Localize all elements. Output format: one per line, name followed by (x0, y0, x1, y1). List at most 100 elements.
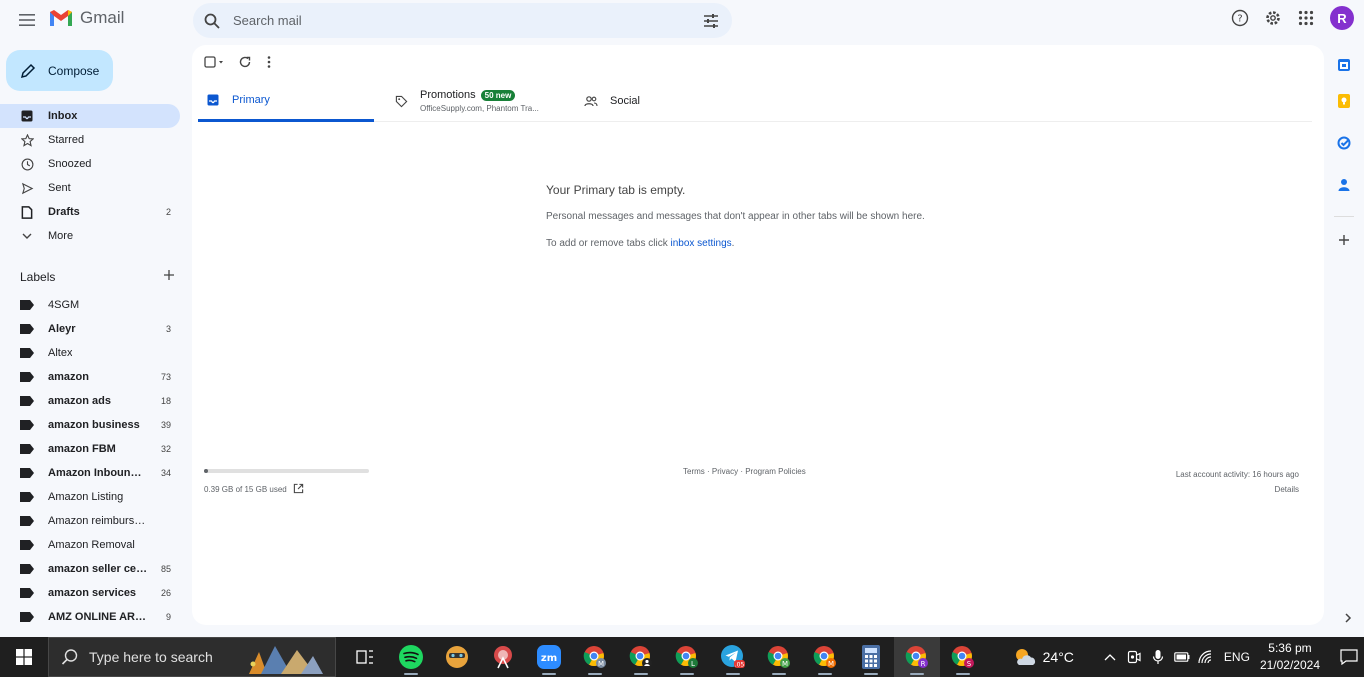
label-item[interactable]: amazon 73 (0, 365, 180, 389)
tasks-button[interactable] (1324, 122, 1364, 164)
plus-icon (1339, 235, 1349, 245)
notifications-button[interactable] (1334, 649, 1364, 665)
label-name: amazon ads (48, 395, 111, 407)
show-hidden-icons-button[interactable] (1098, 637, 1122, 677)
microphone-button[interactable] (1146, 637, 1170, 677)
tab-promotions[interactable]: Promotions 50 new OfficeSupply.com, Phan… (394, 80, 570, 122)
taskbar-snipping-tool[interactable] (480, 637, 526, 677)
label-name: 4SGM (48, 299, 80, 311)
nav-item-drafts[interactable]: Drafts 2 (0, 200, 180, 224)
empty-state: Your Primary tab is empty. Personal mess… (546, 183, 925, 249)
nav-item-snoozed[interactable]: Snoozed (0, 152, 180, 176)
taskbar-search[interactable]: Type here to search (48, 637, 336, 677)
label-count: 26 (160, 588, 171, 598)
details-link[interactable]: Details (1176, 482, 1299, 497)
gmail-m-icon (50, 10, 72, 26)
search-icon[interactable] (203, 12, 221, 30)
label-item[interactable]: 4SGM (0, 293, 180, 317)
windows-logo-icon (16, 649, 32, 665)
label-item[interactable]: Amazon Removal (0, 533, 180, 557)
nav-item-inbox[interactable]: Inbox (0, 104, 180, 128)
gmail-logo[interactable]: Gmail (48, 8, 124, 28)
more-options-button[interactable] (266, 55, 272, 69)
label-item[interactable]: amazon services 26 (0, 581, 180, 605)
create-label-button[interactable] (163, 269, 175, 284)
label-item[interactable]: amazon ads 18 (0, 389, 180, 413)
svg-text:L: L (691, 660, 695, 668)
tab-social[interactable]: Social (584, 80, 760, 122)
search-options-icon[interactable] (702, 12, 720, 30)
label-item[interactable]: Amazon Inbound ... 34 (0, 461, 180, 485)
taskbar-game-app[interactable] (434, 637, 480, 677)
get-addons-button[interactable] (1324, 225, 1364, 255)
nav-item-starred[interactable]: Starred (0, 128, 180, 152)
account-avatar[interactable]: R (1330, 6, 1354, 30)
side-panel-divider (1334, 216, 1354, 217)
tab-primary[interactable]: Primary (198, 80, 374, 122)
system-tray: 24°C ENG 5:36 pm 21/02/2024 (1013, 637, 1364, 677)
taskbar-chrome-profile-l[interactable]: L (664, 637, 710, 677)
calculator-icon (862, 645, 880, 669)
taskbar-spotify[interactable] (388, 637, 434, 677)
manage-storage-button[interactable] (293, 483, 304, 496)
app-name: Gmail (80, 8, 125, 27)
label-name: amazon FBM (48, 443, 116, 455)
taskbar-chrome-profile-user[interactable] (618, 637, 664, 677)
chevron-up-icon (1104, 654, 1116, 661)
taskbar-chrome-profile-s[interactable]: S (940, 637, 986, 677)
label-item[interactable]: AMZ ONLINE ARBI... 9 (0, 605, 180, 629)
apps-button[interactable] (1297, 9, 1315, 27)
compose-button[interactable]: Compose (6, 50, 113, 91)
label-name: amazon business (48, 419, 140, 431)
select-checkbox[interactable] (204, 55, 224, 69)
taskbar-calculator[interactable] (848, 637, 894, 677)
battery-indicator[interactable] (1170, 637, 1194, 677)
label-item[interactable]: Altex (0, 341, 180, 365)
inbox-settings-link[interactable]: inbox settings (671, 238, 732, 249)
main-menu-button[interactable] (14, 10, 40, 30)
search-input[interactable] (233, 13, 702, 28)
language-indicator[interactable]: ENG (1224, 650, 1250, 664)
storage-info: 0.39 GB of 15 GB used (204, 469, 369, 496)
meet-now-button[interactable] (1122, 637, 1146, 677)
keep-button[interactable] (1324, 80, 1364, 122)
nav-item-more[interactable]: More (0, 224, 180, 248)
inbox-icon (20, 109, 34, 123)
clock-date: 21/02/2024 (1259, 658, 1320, 672)
taskbar-chrome-profile-r[interactable]: R (894, 637, 940, 677)
settings-button[interactable] (1264, 9, 1282, 27)
contacts-icon (1338, 179, 1350, 191)
label-item[interactable]: Aleyr 3 (0, 317, 180, 341)
footer-links[interactable]: Terms · Privacy · Program Policies (683, 467, 806, 476)
svg-text:?: ? (1237, 14, 1242, 25)
taskbar-zoom[interactable]: zm (526, 637, 572, 677)
label-item[interactable]: amazon business 39 (0, 413, 180, 437)
support-button[interactable]: ? (1231, 9, 1249, 27)
refresh-button[interactable] (238, 55, 252, 69)
label-item[interactable]: amazon FBM 32 (0, 437, 180, 461)
label-item[interactable]: Amazon Listing (0, 485, 180, 509)
calendar-button[interactable] (1324, 50, 1364, 80)
search-bar[interactable] (193, 3, 732, 38)
taskbar-chrome-profile-green[interactable]: M (756, 637, 802, 677)
weather-widget[interactable]: 24°C (1013, 647, 1074, 667)
contacts-button[interactable] (1324, 164, 1364, 206)
label-item[interactable]: amazon seller cen... 85 (0, 557, 180, 581)
tag-icon (394, 94, 408, 108)
taskbar-clock[interactable]: 5:36 pm 21/02/2024 (1260, 640, 1320, 674)
taskbar-search-placeholder: Type here to search (89, 649, 213, 665)
side-panel (1324, 50, 1364, 255)
nav-item-sent[interactable]: Sent (0, 176, 180, 200)
show-side-panel-button[interactable] (1344, 610, 1352, 628)
taskbar-telegram[interactable]: .05 (710, 637, 756, 677)
taskbar-chrome-profile-orange[interactable]: M (802, 637, 848, 677)
start-button[interactable] (0, 637, 48, 677)
clock-icon (20, 157, 34, 171)
chevron-right-icon (1345, 613, 1352, 623)
task-view-button[interactable] (342, 637, 388, 677)
label-item[interactable]: Amazon reimbursement (0, 509, 180, 533)
taskbar-chrome-profile-m[interactable]: M (572, 637, 618, 677)
network-indicator[interactable] (1194, 637, 1218, 677)
compose-label: Compose (48, 63, 100, 78)
storage-fill (204, 469, 209, 473)
